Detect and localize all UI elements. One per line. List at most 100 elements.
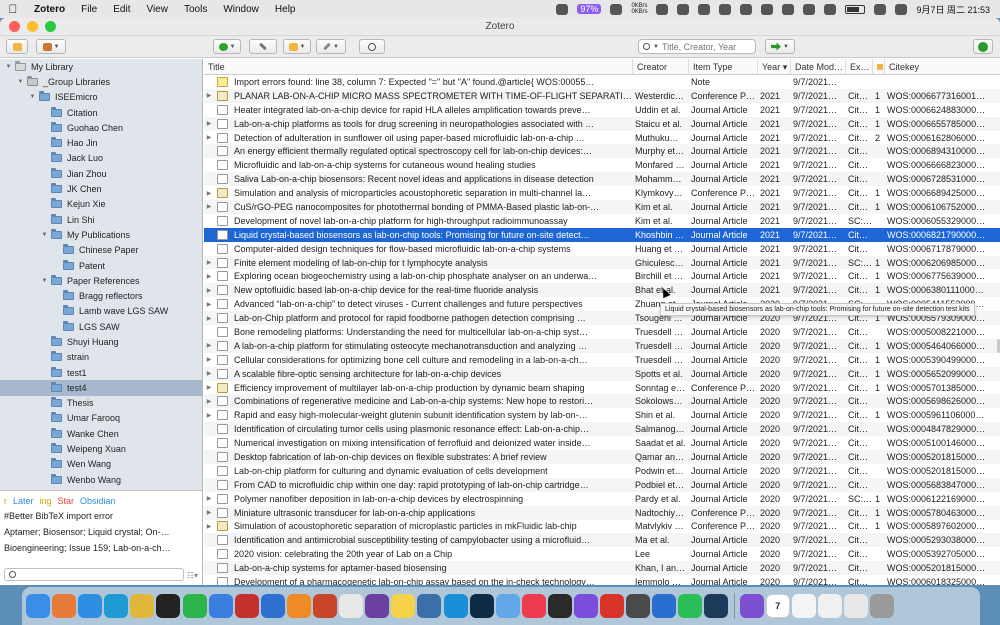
colored-tag[interactable]: r [4, 496, 7, 506]
dock-chrome-icon[interactable] [130, 594, 155, 618]
clipboard-status-icon[interactable] [719, 3, 732, 15]
menu-view[interactable]: View [138, 4, 176, 15]
expand-triangle-icon[interactable]: ▶ [204, 287, 214, 294]
dock-github-icon[interactable] [365, 594, 390, 618]
colored-tag[interactable]: Obsidian [80, 496, 116, 506]
disclosure-triangle-icon[interactable]: ▼ [40, 278, 49, 284]
table-row[interactable]: Bone remodeling platforms: Understanding… [204, 325, 1000, 339]
dock-typora-icon[interactable] [339, 594, 364, 618]
tag-item[interactable]: #Better BibTeX import error [0, 508, 202, 524]
sidebar-item[interactable]: ▼ Paper References [0, 273, 202, 288]
expand-triangle-icon[interactable]: ▶ [204, 315, 214, 322]
locate-button[interactable]: ▼ [765, 39, 795, 54]
new-collection-button[interactable] [6, 39, 28, 54]
sidebar-item[interactable]: Wanke Chen [0, 426, 202, 441]
expand-triangle-icon[interactable]: ▶ [204, 523, 214, 530]
expand-triangle-icon[interactable]: ▶ [204, 342, 214, 349]
table-row[interactable]: ▶ Simulation and analysis of microparticl… [204, 186, 1000, 200]
sidebar-item[interactable]: Chinese Paper [0, 243, 202, 258]
bluetooth-icon[interactable] [824, 3, 837, 15]
table-row[interactable]: ▶ A scalable fibre-optic sensing architec… [204, 366, 1000, 381]
column-creator[interactable]: Creator [632, 59, 688, 75]
table-row[interactable]: ▶ Detection of adulteration in sunflower … [204, 131, 1000, 145]
zoom-window-button[interactable] [45, 21, 56, 32]
table-row[interactable]: ▶ Polymer nanofiber deposition in lab-on-… [204, 492, 1000, 506]
table-row[interactable]: ▶ Combinations of regenerative medicine a… [204, 394, 1000, 409]
expand-triangle-icon[interactable]: ▶ [204, 370, 214, 377]
dock-launchpad-icon[interactable] [52, 594, 77, 618]
dock-pdf-reader-icon[interactable] [600, 594, 625, 618]
sidebar-item[interactable]: Guohao Chen [0, 120, 202, 135]
dock-documents-icon[interactable] [817, 594, 842, 618]
column-citekey[interactable]: Citekey [884, 59, 1000, 75]
column-item-type[interactable]: Item Type [688, 59, 757, 75]
colored-tag[interactable]: Star [58, 496, 75, 506]
tag-item[interactable]: Bioengineering; Issue 159; Lab-on-a-ch… [0, 540, 202, 556]
sidebar-item[interactable]: Kejun Xie [0, 197, 202, 212]
battery-percentage[interactable]: 97% [577, 4, 602, 14]
dock-sublime-icon[interactable] [286, 594, 311, 618]
table-row[interactable]: Saliva Lab-on-a-chip biosensors: Recent … [204, 172, 1000, 187]
sidebar-item[interactable]: Thesis [0, 396, 202, 411]
table-row[interactable]: Development of a pharmacogenetic lab-on-… [204, 575, 1000, 585]
expand-triangle-icon[interactable]: ▶ [204, 495, 214, 502]
column-date-modified[interactable]: Date Mod… [790, 59, 845, 75]
tag-actions-icon[interactable]: ☷▾ [187, 571, 198, 580]
sidebar-item[interactable]: ▼ _Group Libraries [0, 74, 202, 89]
table-row[interactable]: Development of novel lab-on-a-chip platf… [204, 214, 1000, 228]
table-row[interactable]: ▶ Miniature ultrasonic transducer for lab… [204, 505, 1000, 520]
dock-preview-icon[interactable] [495, 594, 520, 618]
notification-bell-icon[interactable] [698, 3, 711, 15]
sidebar-item[interactable]: ▼ My Publications [0, 227, 202, 242]
table-row[interactable]: ▶ Finite element modeling of lab-on-chip … [204, 255, 1000, 270]
menu-tools[interactable]: Tools [176, 4, 215, 15]
advanced-search-button[interactable] [359, 39, 385, 54]
sidebar-item[interactable]: Hao Jin [0, 135, 202, 150]
table-row[interactable]: Liquid crystal-based biosensors as lab-o… [204, 227, 1000, 242]
dock-clash-icon[interactable] [678, 594, 703, 618]
dock-python-icon[interactable] [417, 594, 442, 618]
vpn-status-icon[interactable] [761, 3, 774, 15]
new-library-button[interactable]: ▼ [36, 39, 66, 54]
expand-triangle-icon[interactable]: ▶ [204, 259, 214, 266]
sync-button[interactable] [973, 39, 993, 54]
column-title[interactable]: Title [204, 59, 632, 75]
expand-triangle-icon[interactable]: ▶ [204, 92, 214, 99]
table-row[interactable]: ▶ Exploring ocean biogeochemistry using a… [204, 269, 1000, 283]
sidebar-item[interactable]: LGS SAW [0, 319, 202, 334]
expand-triangle-icon[interactable]: ▶ [204, 509, 214, 516]
dock-books-icon[interactable] [652, 594, 677, 618]
table-row[interactable]: 2020 vision: celebrating the 20th year o… [204, 547, 1000, 561]
search-box[interactable]: ▼ [638, 39, 756, 54]
menu-help[interactable]: Help [267, 4, 304, 15]
sidebar-item[interactable]: Patent [0, 258, 202, 273]
dock-terminal-icon[interactable] [547, 594, 572, 618]
table-row[interactable]: Numerical investigation on mixing intens… [204, 436, 1000, 450]
dock-trash-icon[interactable] [870, 594, 895, 618]
disclosure-triangle-icon[interactable]: ▼ [40, 232, 49, 238]
dock-safari-icon[interactable] [78, 594, 103, 618]
column-year[interactable]: Year ▾ [757, 59, 790, 75]
dock-mail-icon[interactable] [208, 594, 233, 618]
sidebar-item[interactable]: ▼ ISEEmicro [0, 90, 202, 105]
disclosure-triangle-icon[interactable]: ▼ [16, 79, 25, 85]
dock-zotero-icon[interactable] [234, 594, 259, 618]
sidebar-item[interactable]: Wen Wang [0, 457, 202, 472]
dock-final-cut-icon[interactable] [626, 594, 651, 618]
table-row[interactable]: ▶ Lab-on-a-chip platforms as tools for dr… [204, 116, 1000, 131]
new-item-button[interactable]: ▼ [213, 39, 241, 54]
table-row[interactable]: Heater integrated lab-on-a-chip device f… [204, 103, 1000, 117]
search-icon[interactable] [874, 3, 887, 15]
clock[interactable]: 9月7日 周二 21:53 [916, 3, 990, 16]
disclosure-triangle-icon[interactable]: ▼ [28, 94, 37, 100]
expand-triangle-icon[interactable]: ▶ [204, 190, 214, 197]
expand-triangle-icon[interactable]: ▶ [204, 134, 214, 141]
table-row[interactable]: Desktop fabrication of lab-on-chip devic… [204, 450, 1000, 464]
pinwheel-status-icon[interactable] [782, 3, 795, 15]
sidebar-item[interactable]: Lamb wave LGS SAW [0, 304, 202, 319]
table-row[interactable]: Import errors found: line 38, column 7: … [204, 75, 1000, 89]
sidebar-item[interactable]: Jack Luo [0, 151, 202, 166]
dock-qtools-icon[interactable] [443, 594, 468, 618]
control-center-icon[interactable] [895, 3, 908, 15]
dock-siri-icon[interactable] [791, 594, 816, 618]
